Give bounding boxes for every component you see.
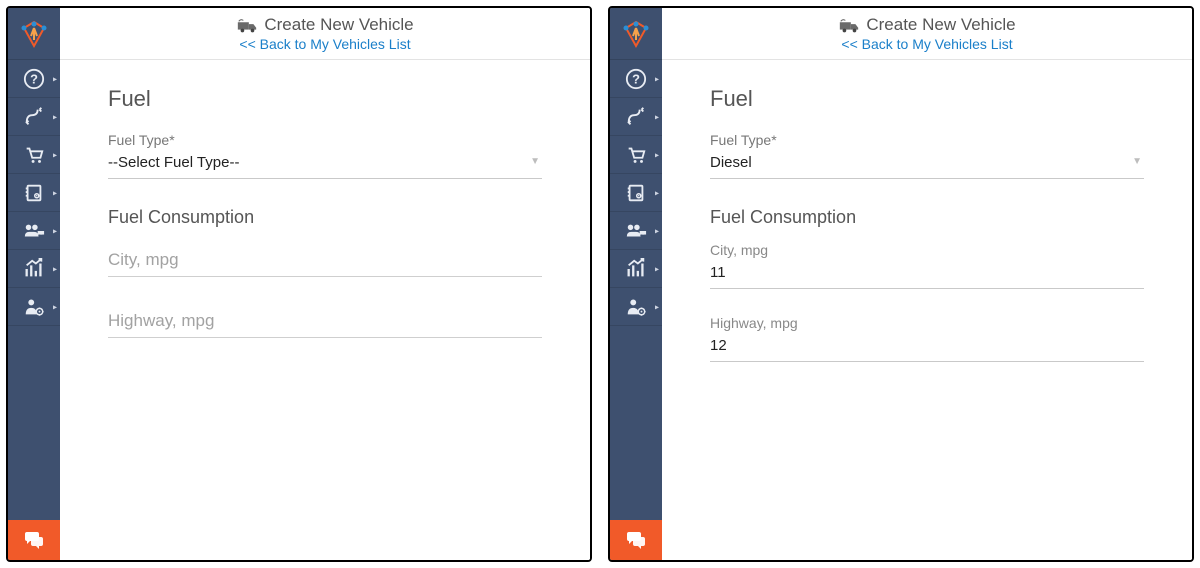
panel-left: ? ▸ ▸ ▸ ▸ ▸ ▸ ▸ [6,6,592,562]
nav-help[interactable]: ? ▸ [8,60,60,98]
content-area: Create New Vehicle << Back to My Vehicle… [60,8,590,560]
chevron-right-icon: ▸ [655,150,659,159]
nav-team[interactable]: ▸ [8,212,60,250]
form: Fuel Fuel Type* Diesel ▼ Fuel Consumptio… [662,60,1192,408]
section-consumption-heading: Fuel Consumption [710,207,1144,228]
city-mpg-input[interactable] [710,264,1144,281]
fuel-type-value: --Select Fuel Type-- [108,154,239,171]
cart-icon [23,144,45,166]
svg-text:?: ? [30,71,38,86]
nav-routes[interactable]: ▸ [610,98,662,136]
highway-mpg-input[interactable] [710,337,1144,354]
nav-help[interactable]: ? ▸ [610,60,662,98]
sidebar: ? ▸ ▸ ▸ ▸ ▸ ▸ ▸ [8,8,60,560]
section-fuel-heading: Fuel [108,86,542,112]
nav-addressbook[interactable]: ▸ [8,174,60,212]
chevron-right-icon: ▸ [655,188,659,197]
truck-icon [838,16,860,34]
topbar: Create New Vehicle << Back to My Vehicle… [60,8,590,60]
dropdown-caret-icon: ▼ [1132,156,1142,167]
page-title: Create New Vehicle [866,15,1015,35]
page-title: Create New Vehicle [264,15,413,35]
nav-routes[interactable]: ▸ [8,98,60,136]
chat-icon [624,529,648,551]
field-city-mpg: City, mpg [710,242,1144,289]
nav-addressbook[interactable]: ▸ [610,174,662,212]
form: Fuel Fuel Type* --Select Fuel Type-- ▼ F… [60,60,590,384]
chevron-right-icon: ▸ [53,226,57,235]
section-consumption-heading: Fuel Consumption [108,207,542,228]
page-title-row: Create New Vehicle [838,15,1015,35]
routes-icon [23,106,45,128]
chevron-right-icon: ▸ [53,264,57,273]
content-area: Create New Vehicle << Back to My Vehicle… [662,8,1192,560]
panel-right: ? ▸ ▸ ▸ ▸ ▸ ▸ ▸ [608,6,1194,562]
fuel-type-label: Fuel Type* [710,132,1144,148]
chevron-right-icon: ▸ [655,226,659,235]
field-highway-mpg [108,303,542,338]
section-fuel-heading: Fuel [710,86,1144,112]
chevron-right-icon: ▸ [655,302,659,311]
city-mpg-label: City, mpg [710,242,1144,258]
chat-button[interactable] [610,520,662,560]
nav-orders[interactable]: ▸ [8,136,60,174]
fuel-type-value: Diesel [710,154,752,171]
back-link[interactable]: << Back to My Vehicles List [841,36,1012,52]
chat-button[interactable] [8,520,60,560]
chevron-right-icon: ▸ [53,74,57,83]
chevron-right-icon: ▸ [53,112,57,121]
svg-text:?: ? [632,71,640,86]
nav-team[interactable]: ▸ [610,212,662,250]
chevron-right-icon: ▸ [53,188,57,197]
help-icon: ? [625,68,647,90]
logo-icon [18,18,50,50]
chevron-right-icon: ▸ [655,74,659,83]
nav-admin[interactable]: ▸ [610,288,662,326]
field-highway-mpg: Highway, mpg [710,315,1144,362]
analytics-icon [23,258,45,280]
team-icon [624,220,648,242]
nav-orders[interactable]: ▸ [610,136,662,174]
highway-mpg-input[interactable] [108,313,542,330]
admin-icon [625,296,647,318]
chat-icon [22,529,46,551]
analytics-icon [625,258,647,280]
logo-icon [620,18,652,50]
app-logo[interactable] [610,8,662,60]
field-city-mpg [108,242,542,277]
addressbook-icon [625,182,647,204]
fuel-type-label: Fuel Type* [108,132,542,148]
fuel-type-select[interactable]: Diesel ▼ [710,150,1144,179]
highway-mpg-label: Highway, mpg [710,315,1144,331]
team-icon [22,220,46,242]
dropdown-caret-icon: ▼ [530,156,540,167]
city-mpg-input[interactable] [108,252,542,269]
sidebar: ? ▸ ▸ ▸ ▸ ▸ ▸ ▸ [610,8,662,560]
page-title-row: Create New Vehicle [236,15,413,35]
routes-icon [625,106,647,128]
cart-icon [625,144,647,166]
chevron-right-icon: ▸ [53,150,57,159]
back-link[interactable]: << Back to My Vehicles List [239,36,410,52]
fuel-type-select[interactable]: --Select Fuel Type-- ▼ [108,150,542,179]
nav-analytics[interactable]: ▸ [8,250,60,288]
field-fuel-type: Fuel Type* Diesel ▼ [710,132,1144,179]
app-logo[interactable] [8,8,60,60]
admin-icon [23,296,45,318]
chevron-right-icon: ▸ [655,264,659,273]
nav-admin[interactable]: ▸ [8,288,60,326]
field-fuel-type: Fuel Type* --Select Fuel Type-- ▼ [108,132,542,179]
chevron-right-icon: ▸ [655,112,659,121]
chevron-right-icon: ▸ [53,302,57,311]
nav-analytics[interactable]: ▸ [610,250,662,288]
truck-icon [236,16,258,34]
help-icon: ? [23,68,45,90]
topbar: Create New Vehicle << Back to My Vehicle… [662,8,1192,60]
addressbook-icon [23,182,45,204]
